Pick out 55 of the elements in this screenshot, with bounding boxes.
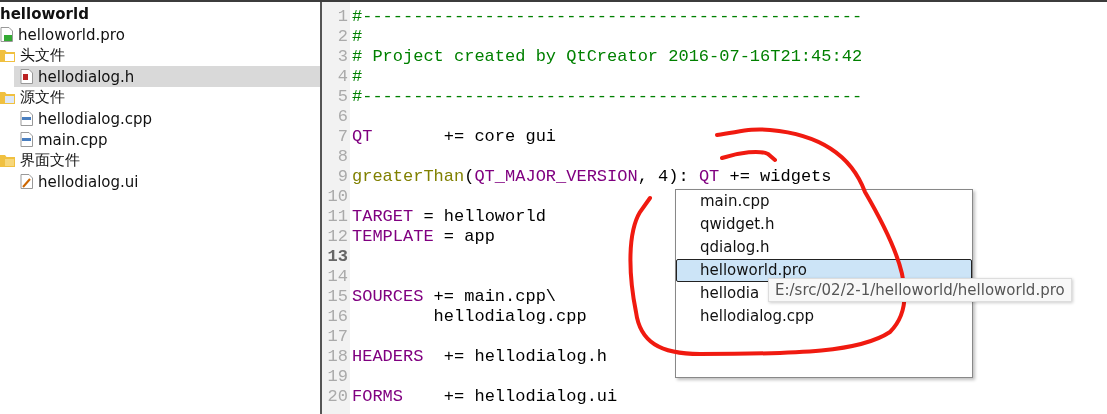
line-number: 18 — [326, 347, 349, 367]
folder-icon — [0, 91, 15, 104]
form-file-icon — [20, 174, 33, 189]
line-number: 16 — [326, 307, 349, 327]
code-line: TARGET = helloworld — [352, 207, 546, 227]
tooltip: E:/src/02/2-1/helloworld/helloworld.pro — [768, 278, 1072, 302]
line-number: 15 — [326, 287, 349, 307]
pro-file-icon — [0, 27, 13, 42]
line-number: 9 — [336, 167, 349, 187]
source-file-icon — [20, 111, 33, 126]
code-line: #------------------------------------------------- — [352, 7, 863, 27]
code-line: greaterThan(QT_MAJOR_VERSION, 4): QT += widgets — [352, 167, 832, 187]
tree-item[interactable]: hellodialog.cpp — [0, 108, 320, 129]
completion-item[interactable]: qdialog.h — [676, 236, 972, 259]
code-line: QT += core gui — [352, 127, 557, 147]
line-number: 19 — [326, 367, 349, 387]
code-line: TEMPLATE = app — [352, 227, 495, 247]
code-line: # — [352, 27, 363, 47]
code-line: HEADERS += hellodialog.h — [352, 347, 608, 367]
folder-icon — [0, 154, 15, 167]
code-line: #------------------------------------------------- — [352, 87, 863, 107]
line-number: 8 — [336, 147, 349, 167]
line-number: 14 — [326, 267, 349, 287]
completion-item[interactable]: qwidget.h — [676, 213, 972, 236]
tree-item[interactable]: helloworld — [0, 3, 320, 24]
line-number: 12 — [326, 227, 349, 247]
tree-item[interactable]: 源文件 — [0, 87, 320, 108]
tree-item[interactable]: 头文件 — [0, 45, 320, 66]
line-number: 17 — [326, 327, 349, 347]
code-line: hellodialog.cpp — [432, 307, 587, 327]
line-number: 4 — [336, 67, 349, 87]
header-file-icon — [20, 69, 33, 84]
tree-item[interactable]: 界面文件 — [0, 150, 320, 171]
line-number: 5 — [336, 87, 349, 107]
tree-item[interactable]: helloworld.pro — [0, 24, 320, 45]
tree-item[interactable]: hellodialog.ui — [0, 171, 320, 192]
completion-item[interactable]: hellodialog.cpp — [676, 305, 972, 328]
tree-item[interactable]: hellodialog.h — [14, 66, 320, 87]
line-number: 6 — [336, 107, 349, 127]
line-number: 11 — [326, 207, 349, 227]
code-line: # Project created by QtCreator 2016-07-16T21:45:42 — [352, 47, 863, 67]
folder-icon — [0, 49, 15, 62]
tree-item[interactable]: main.cpp — [0, 129, 320, 150]
line-number: 7 — [336, 127, 349, 147]
line-number: 3 — [336, 47, 349, 67]
line-number: 10 — [326, 187, 349, 207]
line-number: 13 — [326, 247, 349, 267]
completion-item[interactable]: main.cpp — [676, 190, 972, 213]
line-number: 20 — [326, 387, 349, 407]
code-line: # — [352, 67, 363, 87]
line-number: 1 — [336, 7, 349, 27]
source-file-icon — [20, 132, 33, 147]
line-number: 2 — [336, 27, 349, 47]
code-line: FORMS += hellodialog.ui — [352, 387, 618, 407]
code-line: SOURCES += main.cpp\ — [352, 287, 557, 307]
